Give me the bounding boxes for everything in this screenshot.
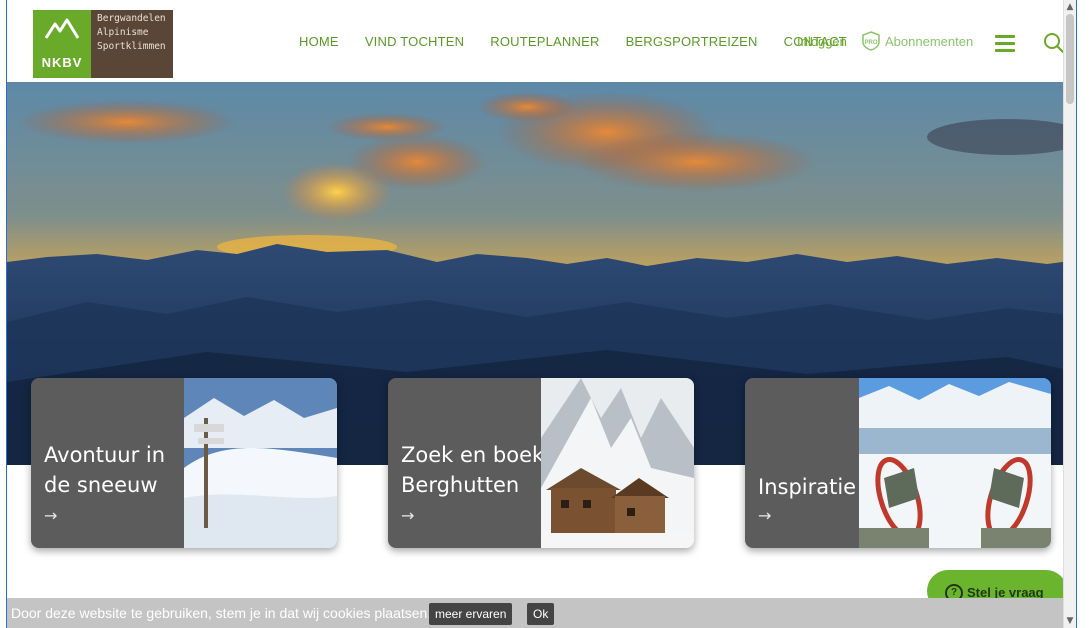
pro-badge-text: PRO [864, 40, 877, 46]
logo-tagline: Bergwandelen Alpinisme Sportklimmen [91, 10, 173, 78]
cookie-message: Door deze website te gebruiken, stem je … [11, 605, 432, 621]
scrollbar-thumb[interactable] [1066, 14, 1074, 104]
snowy-signpost-image [184, 378, 337, 548]
card-title-line: Avontuur in [44, 443, 166, 467]
card-title: Avontuur in de sneeuw [44, 440, 165, 500]
main-nav: HOME VIND TOCHTEN ROUTEPLANNER BERGSPORT… [299, 31, 973, 51]
cookie-banner: Door deze website te gebruiken, stem je … [7, 598, 1076, 628]
logo-line: Alpinisme [97, 27, 149, 38]
cookie-more-info-button[interactable]: meer ervaren [429, 603, 513, 625]
card-title-line: Inspiratie [758, 475, 857, 499]
arrow-right-icon: → [401, 506, 415, 525]
nav-routeplanner[interactable]: ROUTEPLANNER [490, 34, 599, 49]
card-zoek-en-boek-berghutten[interactable]: Zoek en boek Berghutten → [388, 378, 694, 548]
logo-line: Sportklimmen [97, 41, 166, 52]
mountain-logo-icon [45, 18, 79, 39]
arrow-right-icon: → [44, 506, 58, 525]
card-title-line: Zoek en boek [401, 443, 545, 467]
search-icon[interactable] [1043, 32, 1065, 54]
browser-viewport: NKBV Bergwandelen Alpinisme Sportklimmen… [6, 0, 1077, 628]
card-inspiratie[interactable]: Inspiratie → [745, 378, 1051, 548]
card-title: Inspiratie [758, 472, 856, 502]
vertical-scrollbar[interactable]: ▲ ▼ [1063, 0, 1076, 628]
mountain-hut-image [541, 378, 694, 548]
subscriptions-link[interactable]: Abonnementen [885, 34, 973, 49]
nav-vind-tochten[interactable]: VIND TOCHTEN [365, 34, 464, 49]
card-title-line: de sneeuw [44, 473, 158, 497]
hamburger-menu-icon[interactable] [995, 35, 1015, 52]
logo-abbr: NKBV [41, 55, 83, 70]
nav-bergsportreizen[interactable]: BERGSPORTREIZEN [626, 34, 758, 49]
pro-badge-icon: PRO [862, 31, 880, 51]
logo-line: Bergwandelen [97, 13, 166, 24]
nkbv-logo[interactable]: NKBV Bergwandelen Alpinisme Sportklimmen [33, 10, 173, 78]
nav-home[interactable]: HOME [299, 34, 339, 49]
login-link[interactable]: Inloggen [797, 34, 847, 49]
scroll-up-icon[interactable]: ▲ [1064, 0, 1076, 14]
arrow-right-icon: → [758, 506, 772, 525]
cookie-ok-button[interactable]: Ok [527, 603, 555, 625]
scroll-down-icon[interactable]: ▼ [1064, 614, 1076, 628]
snowshoes-image [859, 378, 1051, 548]
card-avontuur-in-de-sneeuw[interactable]: Avontuur in de sneeuw → [31, 378, 337, 548]
card-title: Zoek en boek Berghutten [401, 440, 544, 500]
card-title-line: Berghutten [401, 473, 520, 497]
site-header: NKBV Bergwandelen Alpinisme Sportklimmen… [7, 0, 1076, 82]
logo-mark: NKBV [33, 10, 91, 78]
